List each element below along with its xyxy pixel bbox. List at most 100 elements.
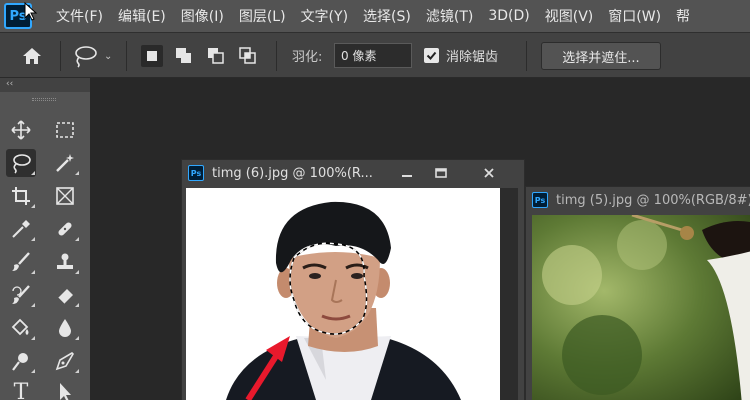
portrait-photo-image bbox=[186, 188, 501, 400]
magic-wand-icon bbox=[56, 154, 74, 172]
menu-item[interactable]: 图像(I) bbox=[181, 6, 224, 26]
tools-panel-header: ‹‹ bbox=[0, 78, 90, 92]
menu-item[interactable]: 图层(L) bbox=[239, 6, 286, 26]
minimize-icon bbox=[402, 175, 412, 177]
tool-flyout-indicator bbox=[31, 303, 35, 307]
subtract-selection-icon bbox=[208, 48, 224, 64]
eyedropper-tool[interactable] bbox=[6, 215, 36, 243]
document-title: timg (5).jpg @ 100%(RGB/8#) bbox=[556, 193, 750, 208]
maximize-button[interactable] bbox=[424, 160, 458, 186]
separator bbox=[526, 41, 527, 71]
drop-icon bbox=[59, 319, 71, 337]
menu-item[interactable]: 滤镜(T) bbox=[426, 6, 473, 26]
clone-stamp-tool[interactable] bbox=[50, 248, 80, 276]
stamp-icon bbox=[57, 253, 73, 269]
move-icon bbox=[11, 120, 31, 140]
drag-grip[interactable] bbox=[32, 98, 56, 101]
new-selection-icon bbox=[147, 51, 157, 61]
intersect-selection-button[interactable] bbox=[237, 45, 259, 67]
tool-flyout-indicator bbox=[75, 171, 79, 175]
menu-item[interactable]: 视图(V) bbox=[545, 6, 594, 26]
dodge-tool[interactable] bbox=[6, 347, 36, 375]
menu-item[interactable]: 文件(F) bbox=[56, 6, 103, 26]
eraser-tool[interactable] bbox=[50, 281, 80, 309]
separator bbox=[276, 41, 277, 71]
chevron-down-icon[interactable]: ⌄ bbox=[104, 51, 112, 62]
document-titlebar[interactable]: Ps timg (6).jpg @ 100%(R... bbox=[182, 160, 524, 188]
frame-tool[interactable] bbox=[50, 182, 80, 210]
crop-tool[interactable] bbox=[6, 182, 36, 210]
eyedropper-icon bbox=[12, 220, 30, 238]
intersect-selection-icon bbox=[239, 47, 256, 64]
collapse-icon[interactable]: ‹‹ bbox=[6, 79, 13, 89]
blur-tool[interactable] bbox=[50, 314, 80, 342]
pen-icon bbox=[55, 351, 75, 371]
canvas-pasteboard bbox=[500, 188, 518, 400]
options-bar: ⌄ 羽化: 消除锯齿 选择并遮住... bbox=[0, 32, 750, 78]
tool-flyout-indicator bbox=[75, 369, 79, 373]
menu-item[interactable]: 帮 bbox=[676, 6, 690, 26]
tool-flyout-indicator bbox=[31, 237, 35, 241]
menu-item[interactable]: 窗口(W) bbox=[608, 6, 661, 26]
healing-brush-tool[interactable] bbox=[50, 215, 80, 243]
new-selection-button[interactable] bbox=[141, 45, 163, 67]
menu-items: 文件(F) 编辑(E) 图像(I) 图层(L) 文字(Y) 选择(S) 滤镜(T) 3D(D)… bbox=[56, 0, 705, 32]
document-window-timg6[interactable]: Ps timg (6).jpg @ 100%(R... bbox=[181, 159, 525, 400]
document-canvas[interactable] bbox=[532, 215, 750, 400]
document-canvas[interactable] bbox=[186, 188, 501, 400]
menu-item[interactable]: 文字(Y) bbox=[301, 6, 348, 26]
antialias-label: 消除锯齿 bbox=[446, 50, 499, 65]
paint-bucket-icon bbox=[11, 318, 29, 336]
photoshop-window: Ps 文件(F) 编辑(E) 图像(I) 图层(L) 文字(Y) 选择(S) 滤镜(T) 3D… bbox=[0, 0, 750, 400]
brush-tool[interactable] bbox=[6, 248, 36, 276]
tools-panel: ‹‹ T bbox=[0, 78, 90, 400]
history-brush-tool[interactable] bbox=[6, 281, 36, 309]
crop-icon bbox=[12, 187, 30, 205]
maximize-icon bbox=[435, 168, 447, 178]
magic-wand-tool[interactable] bbox=[50, 149, 80, 177]
tool-flyout-indicator bbox=[75, 303, 79, 307]
add-selection-button[interactable] bbox=[173, 45, 195, 67]
arrow-icon bbox=[60, 383, 71, 400]
separator bbox=[60, 41, 61, 71]
marquee-icon bbox=[56, 122, 74, 138]
paint-bucket-tool[interactable] bbox=[6, 314, 36, 342]
tool-flyout-indicator bbox=[75, 336, 79, 340]
tool-flyout-indicator bbox=[31, 171, 35, 175]
frame-icon bbox=[56, 187, 74, 205]
marquee-tool[interactable] bbox=[50, 116, 80, 144]
menu-bar: Ps 文件(F) 编辑(E) 图像(I) 图层(L) 文字(Y) 选择(S) 滤镜(T) 3D… bbox=[0, 0, 750, 32]
home-icon[interactable] bbox=[20, 44, 44, 68]
document-titlebar[interactable]: Ps timg (5).jpg @ 100%(RGB/8#) bbox=[526, 187, 750, 215]
lasso-tool[interactable] bbox=[6, 149, 36, 177]
move-tool[interactable] bbox=[6, 116, 36, 144]
ps-document-icon: Ps bbox=[532, 192, 548, 208]
tool-flyout-indicator bbox=[31, 204, 35, 208]
lasso-icon bbox=[13, 154, 31, 174]
document-title: timg (6).jpg @ 100%(R... bbox=[212, 166, 373, 181]
feather-input[interactable] bbox=[334, 43, 412, 68]
feather-label: 羽化: bbox=[292, 50, 323, 65]
tool-flyout-indicator bbox=[31, 270, 35, 274]
tool-flyout-indicator bbox=[31, 369, 35, 373]
lasso-icon[interactable] bbox=[72, 44, 98, 68]
add-selection-icon bbox=[176, 48, 191, 63]
dodge-icon bbox=[12, 353, 28, 371]
bandage-icon bbox=[58, 222, 72, 236]
type-icon: T bbox=[13, 379, 29, 400]
menu-item[interactable]: 3D(D) bbox=[488, 8, 529, 24]
pen-tool[interactable] bbox=[50, 347, 80, 375]
close-icon bbox=[484, 168, 494, 178]
menu-item[interactable]: 选择(S) bbox=[363, 6, 411, 26]
tool-flyout-indicator bbox=[75, 270, 79, 274]
ps-document-icon: Ps bbox=[188, 165, 204, 181]
select-and-mask-button[interactable]: 选择并遮住... bbox=[541, 42, 661, 70]
minimize-button[interactable] bbox=[390, 160, 424, 186]
antialias-checkbox[interactable] bbox=[424, 48, 439, 63]
menu-item[interactable]: 编辑(E) bbox=[118, 6, 166, 26]
subtract-selection-button[interactable] bbox=[205, 45, 227, 67]
close-button[interactable] bbox=[472, 160, 506, 186]
path-selection-tool[interactable] bbox=[50, 378, 80, 400]
document-window-timg5[interactable]: Ps timg (5).jpg @ 100%(RGB/8#) bbox=[525, 186, 750, 400]
type-tool[interactable]: T bbox=[6, 378, 36, 400]
